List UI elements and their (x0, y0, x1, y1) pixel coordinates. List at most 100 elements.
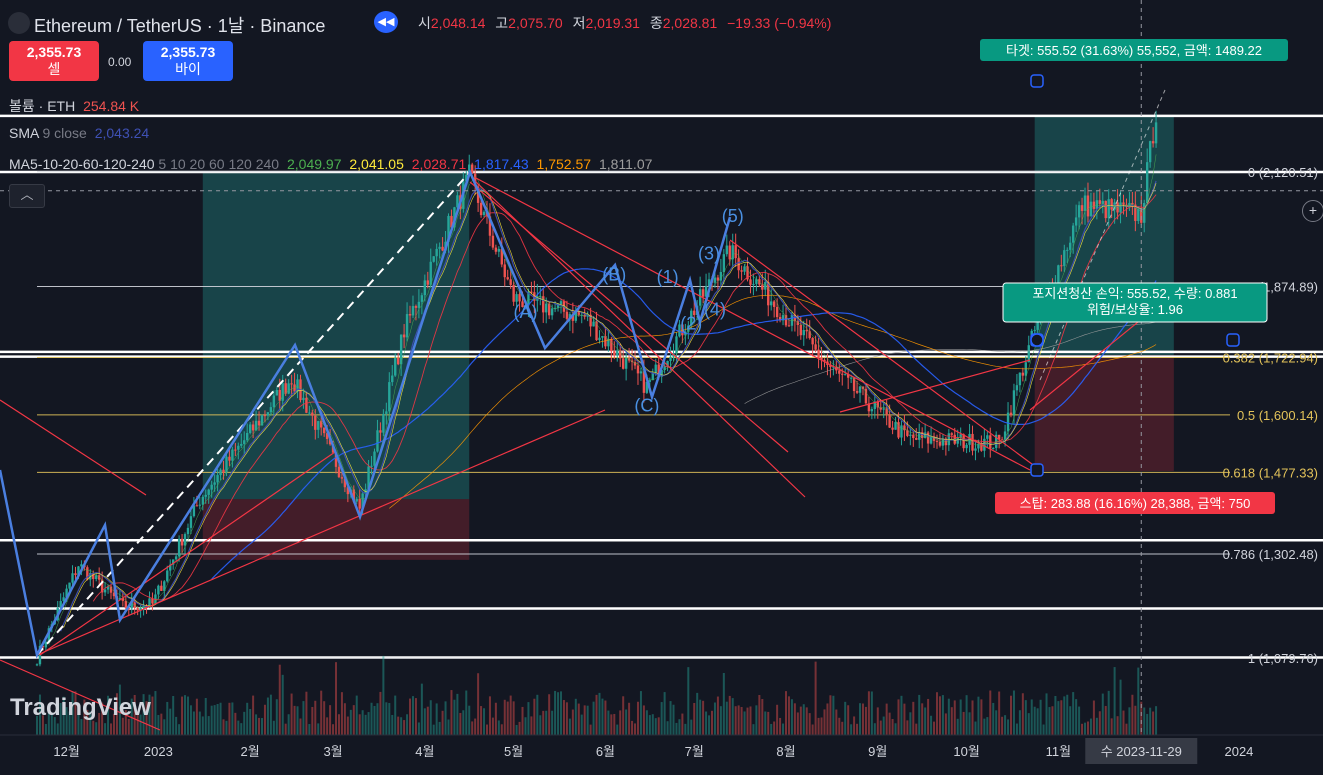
volume-bar (610, 714, 613, 735)
volume-bar (636, 701, 639, 735)
candle-body (841, 373, 844, 375)
volume-bar (527, 702, 530, 735)
volume-bar (1001, 716, 1004, 735)
volume-bar (829, 695, 832, 735)
candle-body (340, 477, 344, 479)
volume-bar (462, 710, 465, 735)
volume-bar (290, 693, 293, 735)
candle-body (986, 435, 989, 439)
volume-bar (642, 705, 645, 735)
candle-body (186, 527, 190, 535)
candle-body (1154, 122, 1158, 144)
volume-bar (536, 694, 539, 735)
candle-body (305, 397, 308, 413)
volume-bar (838, 717, 841, 735)
candle-body (174, 556, 178, 560)
volume-bar (675, 722, 678, 735)
volume-bar (184, 695, 187, 735)
price-chart[interactable]: (A)(B)(C)(1)(2)(3)(4)(5)0 (2,120.51)0.23… (0, 0, 1323, 775)
volume-indicator-legend[interactable]: 볼륨 · ETH 254.84 K (9, 96, 139, 116)
candle-body (287, 383, 290, 394)
candle-body (761, 284, 764, 290)
add-alert-icon[interactable]: + (1302, 200, 1323, 222)
volume-bar (243, 711, 246, 735)
volume-bar (651, 714, 654, 735)
volume-bar (995, 710, 998, 735)
candle-body (408, 314, 412, 316)
volume-bar (731, 698, 734, 735)
volume-bar (835, 709, 838, 735)
volume-bar (1149, 707, 1152, 735)
volume-bar (595, 694, 598, 735)
candle-body (228, 456, 231, 461)
volume-bar (281, 674, 284, 735)
volume-bar (1015, 723, 1018, 735)
volume-bar (746, 707, 749, 735)
candle-body (385, 411, 388, 414)
candle-body (882, 408, 885, 410)
volume-bar (231, 702, 234, 735)
volume-bar (802, 704, 805, 735)
volume-bar (782, 723, 785, 735)
volume-bar (921, 703, 924, 735)
candle-body (1145, 162, 1149, 204)
volume-bar (808, 713, 811, 735)
candle-body (402, 334, 406, 338)
candle-body (858, 386, 862, 393)
candle-body (308, 412, 311, 414)
volume-bar (518, 721, 521, 735)
candle-body (388, 382, 391, 412)
volume-bar (861, 703, 864, 735)
sell-button[interactable]: 2,355.73 셀 (9, 41, 99, 81)
candle-body (950, 433, 953, 435)
candle-body (222, 469, 225, 473)
volume-bar (471, 721, 474, 735)
candle-body (734, 245, 737, 259)
volume-bar (237, 720, 240, 735)
candle-body (317, 421, 320, 430)
volume-bar (151, 696, 154, 735)
volume-bar (189, 705, 192, 735)
candle-body (266, 412, 270, 416)
candle-body (1009, 412, 1013, 415)
candle-body (915, 438, 918, 440)
candle-body (124, 600, 128, 609)
volume-bar (734, 706, 737, 735)
volume-bar (888, 712, 891, 735)
replay-rewind-icon[interactable]: ◀◀ (374, 11, 398, 33)
ma-indicator-legend[interactable]: MA5-10-20-60-120-240 5 10 20 60 120 240 … (9, 156, 652, 172)
candle-body (713, 277, 717, 283)
candle-body (417, 301, 421, 308)
volume-bar (435, 703, 438, 735)
volume-bar (210, 705, 213, 735)
volume-bar (983, 718, 986, 735)
candle-body (429, 261, 432, 285)
volume-bar (530, 716, 533, 735)
buy-button[interactable]: 2,355.73 바이 (143, 41, 233, 81)
candle-body (701, 289, 705, 297)
volume-bar (216, 703, 219, 735)
volume-bar (198, 711, 201, 735)
candle-body (595, 321, 598, 341)
candle-body (503, 264, 506, 278)
candle-body (550, 308, 554, 316)
volume-bar (1110, 718, 1113, 735)
candle-body (900, 425, 903, 438)
symbol-title[interactable]: Ethereum / TetherUS · 1날 · Binance (34, 12, 325, 38)
volume-bar (163, 719, 166, 735)
volume-bar (681, 713, 684, 735)
volume-bar (296, 706, 299, 735)
sma-indicator-legend[interactable]: SMA 9 close 2,043.24 (9, 125, 149, 141)
wave-label: (1) (657, 267, 679, 287)
volume-bar (332, 724, 335, 735)
candle-body (610, 339, 613, 352)
volume-bar (1010, 695, 1013, 735)
volume-bar (1075, 699, 1078, 735)
volume-bar (894, 723, 897, 735)
volume-bar (565, 702, 568, 735)
collapse-legend-icon[interactable]: ︿ (9, 184, 45, 208)
volume-bar (545, 710, 548, 735)
volume-bar (1134, 705, 1137, 735)
volume-bar (1057, 701, 1060, 735)
candle-body (195, 505, 199, 507)
